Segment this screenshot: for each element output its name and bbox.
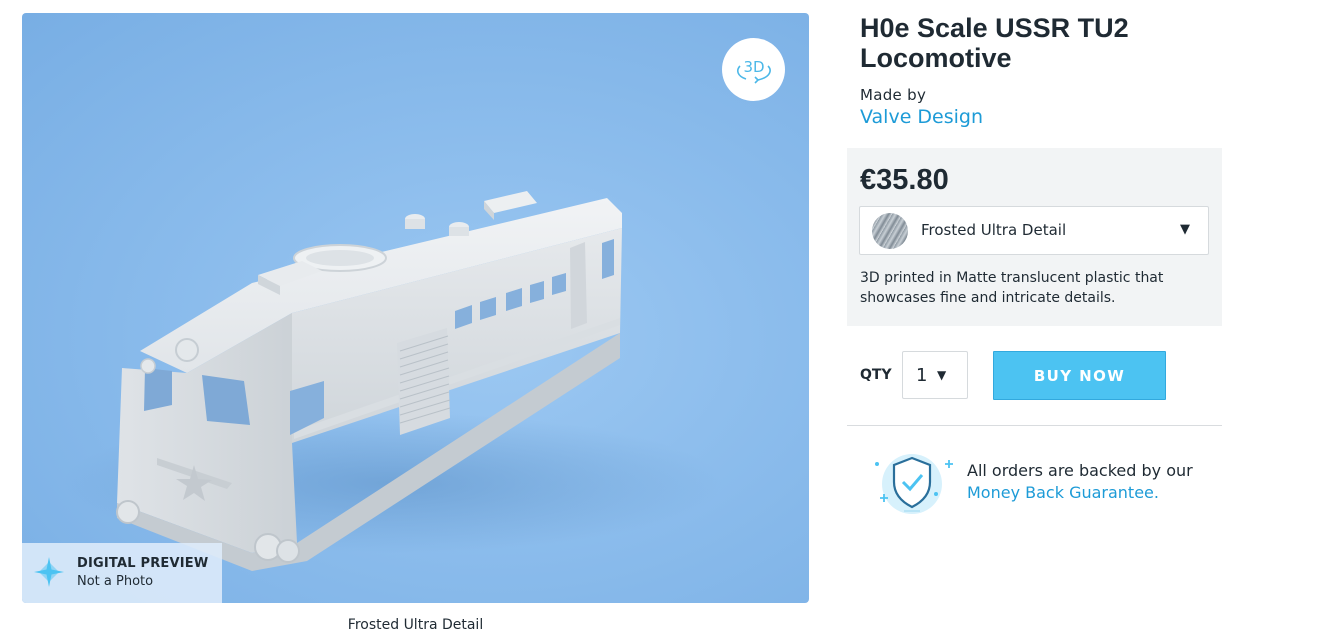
guarantee-text: All orders are backed by our Money Back … bbox=[967, 460, 1222, 504]
qty-label: QTY bbox=[860, 367, 892, 383]
material-description: 3D printed in Matte translucent plastic … bbox=[860, 270, 1164, 306]
quantity-select[interactable]: 1 ▼ bbox=[902, 351, 968, 399]
product-preview-image[interactable]: 3D DIGITAL PREVIEW Not a Photo bbox=[22, 13, 809, 603]
view-in-3d-button[interactable]: 3D bbox=[722, 38, 785, 101]
designer-link[interactable]: Valve Design bbox=[860, 106, 983, 128]
svg-text:3D: 3D bbox=[743, 58, 764, 76]
guarantee-message: All orders are backed by our bbox=[967, 461, 1193, 480]
rotate-3d-icon: 3D bbox=[736, 58, 771, 84]
material-select[interactable]: Frosted Ultra Detail ▼ bbox=[859, 206, 1209, 255]
price-panel: €35.80 Frosted Ultra Detail ▼ 3D printed… bbox=[847, 148, 1222, 326]
buy-now-button[interactable]: BUY NOW bbox=[993, 351, 1166, 400]
material-select-value: Frosted Ultra Detail bbox=[921, 221, 1067, 239]
quantity-value: 1 bbox=[916, 365, 928, 386]
money-back-guarantee-link[interactable]: Money Back Guarantee. bbox=[967, 483, 1159, 502]
digital-preview-subtitle: Not a Photo bbox=[77, 574, 154, 589]
product-title: H0e Scale USSR TU2 Locomotive bbox=[860, 13, 1129, 73]
shield-check-icon bbox=[875, 454, 953, 514]
divider bbox=[847, 425, 1222, 426]
digital-preview-tag: DIGITAL PREVIEW Not a Photo bbox=[22, 543, 222, 603]
chevron-down-icon: ▼ bbox=[937, 368, 947, 382]
sparkle-icon bbox=[34, 557, 64, 587]
made-by-label: Made by bbox=[860, 86, 927, 104]
image-caption: Frosted Ultra Detail bbox=[347, 617, 484, 633]
chevron-down-icon: ▼ bbox=[1180, 222, 1190, 237]
material-swatch bbox=[872, 213, 908, 249]
product-price: €35.80 bbox=[860, 164, 949, 196]
digital-preview-title: DIGITAL PREVIEW bbox=[77, 556, 209, 571]
locomotive-render bbox=[62, 191, 722, 571]
